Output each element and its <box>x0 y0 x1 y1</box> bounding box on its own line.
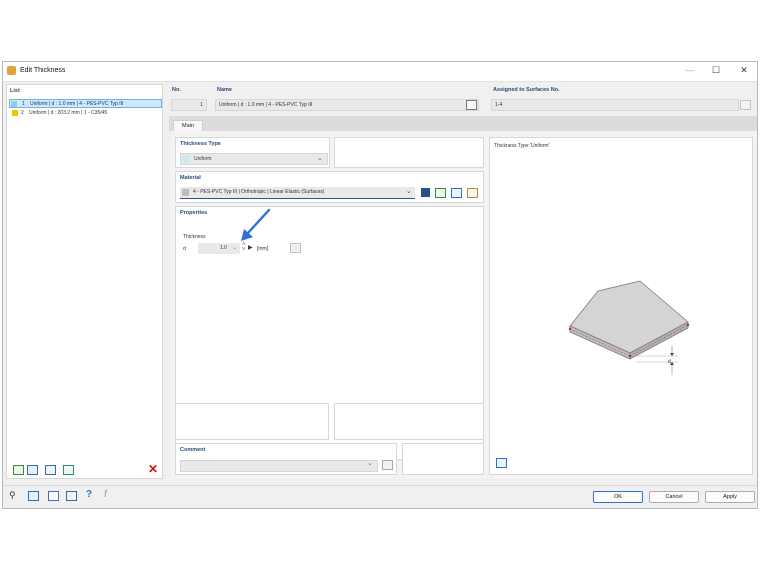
chevron-down-icon[interactable]: ⌄ <box>406 187 412 195</box>
thickness-type-panel: Thickness Type Uniform ⌄ <box>175 137 330 168</box>
chevron-down-icon[interactable]: ⌄ <box>317 154 323 162</box>
pointer-arrow <box>241 208 271 241</box>
table-icon[interactable] <box>66 491 77 501</box>
list-item-text: Uniform | d : 1.0 mm | 4 - PES-PVC Typ I… <box>30 101 124 107</box>
ok-button[interactable]: OK <box>593 491 643 503</box>
dimension-label: d <box>668 359 671 365</box>
thickness-unit: [mm] <box>257 246 269 252</box>
chevron-down-icon[interactable]: ⌄ <box>367 459 373 467</box>
material-label: Material <box>180 175 201 181</box>
new-material-icon[interactable] <box>435 188 446 198</box>
renumber-icon[interactable] <box>63 465 74 475</box>
play-icon[interactable]: ▶ <box>248 244 253 251</box>
preview-title: Thickness Type 'Uniform' <box>494 143 550 149</box>
thickness-input[interactable]: 1.0 ⌄ <box>198 243 240 254</box>
preview-panel: Thickness Type 'Uniform' d <box>489 137 753 475</box>
title-bar: Edit Thickness — ☐ ✕ <box>3 62 757 82</box>
spinner-icon[interactable]: ˄ ˅ <box>242 242 246 253</box>
app-icon <box>7 66 16 75</box>
copy-item-icon[interactable] <box>27 465 38 475</box>
units-icon[interactable] <box>28 491 39 501</box>
delete-icon[interactable]: ✕ <box>148 463 158 475</box>
material-value: 4 - PES-PVC Typ III | Orthotropic | Line… <box>193 189 325 195</box>
list-item-no: 1 <box>22 101 25 107</box>
edit-name-icon[interactable] <box>466 100 477 110</box>
material-settings-icon[interactable] <box>467 188 478 198</box>
window-title: Edit Thickness <box>20 67 66 74</box>
calculator-icon[interactable] <box>290 243 301 253</box>
assigned-label: Assigned to Surfaces No. <box>493 87 560 93</box>
material-swatch <box>182 189 189 196</box>
thickness-symbol: d <box>183 246 186 252</box>
comment-library-icon[interactable] <box>382 460 393 470</box>
comment-field[interactable] <box>180 460 378 472</box>
no-field[interactable]: 1 <box>171 99 207 111</box>
material-panel: Material 4 - PES-PVC Typ III | Orthotrop… <box>175 171 484 203</box>
list-header: List <box>10 88 20 94</box>
thickness-type-dropdown[interactable]: Uniform <box>180 153 328 165</box>
preview-settings-icon[interactable] <box>496 458 507 468</box>
close-button[interactable]: ✕ <box>737 65 751 76</box>
help-icon[interactable]: ? <box>86 489 92 500</box>
maximize-button[interactable]: ☐ <box>709 65 723 76</box>
properties-label: Properties <box>180 210 208 216</box>
minimize-button[interactable]: — <box>683 65 697 75</box>
material-dropdown[interactable]: 4 - PES-PVC Typ III | Orthotropic | Line… <box>180 187 415 199</box>
check-list-icon[interactable] <box>45 465 56 475</box>
library-icon[interactable] <box>421 188 430 197</box>
list-item-no: 2 <box>21 110 24 116</box>
view-icon[interactable] <box>48 491 59 501</box>
comment-panel: Comment ⌄ <box>175 443 397 475</box>
thickness-preview-graphic <box>568 280 690 375</box>
uniform-swatch <box>182 155 190 163</box>
list-item-text: Uniform | d : 203.2 mm | 1 - C35/45 <box>29 110 108 116</box>
color-swatch <box>11 101 17 107</box>
edit-material-icon[interactable] <box>451 188 462 198</box>
new-item-icon[interactable] <box>13 465 24 475</box>
select-surfaces-icon[interactable] <box>740 100 751 110</box>
list-item[interactable]: 1 Uniform | d : 1.0 mm | 4 - PES-PVC Typ… <box>9 99 162 108</box>
edit-thickness-dialog: Edit Thickness — ☐ ✕ List 1 Uniform | d … <box>2 61 758 509</box>
chevron-down-icon[interactable]: ⌄ <box>232 244 237 251</box>
name-label: Name <box>217 87 232 93</box>
extra-panel-right <box>334 403 484 440</box>
function-icon[interactable]: f <box>104 489 107 500</box>
thickness-value: 1.0 <box>220 245 227 251</box>
thickness-type-label: Thickness Type <box>180 141 221 147</box>
assigned-field[interactable]: 1-4 <box>491 99 739 111</box>
no-label: No. <box>172 87 181 93</box>
list-item[interactable]: 2 Uniform | d : 203.2 mm | 1 - C35/45 <box>9 109 162 118</box>
comment-extra-panel <box>402 443 484 475</box>
thickness-label: Thickness <box>183 234 206 240</box>
cancel-button[interactable]: Cancel <box>649 491 699 503</box>
name-field[interactable]: Uniform | d : 1.0 mm | 4 - PES-PVC Typ I… <box>215 99 479 111</box>
color-swatch <box>12 110 18 116</box>
thickness-type-extra-panel <box>334 137 484 168</box>
apply-button[interactable]: Apply <box>705 491 755 503</box>
comment-label: Comment <box>180 447 206 453</box>
divider <box>3 485 757 486</box>
extra-panel-left <box>175 403 329 440</box>
list-panel: List 1 Uniform | d : 1.0 mm | 4 - PES-PV… <box>6 84 163 479</box>
search-icon[interactable]: ⚲ <box>9 491 16 500</box>
tab-strip <box>169 116 757 131</box>
